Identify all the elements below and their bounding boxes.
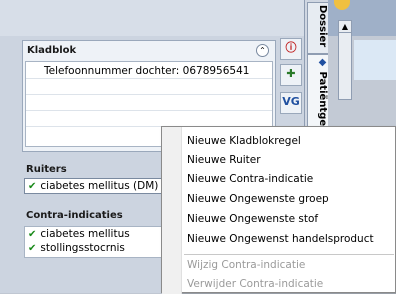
kladblok-title: Kladblok (27, 45, 77, 56)
contra-indicaties-list[interactable]: ✔ ciabetes mellitus ✔ stollingsstocrnis (24, 226, 182, 258)
menu-item-verwijder-contra-indicatie: Verwijder Contra-indicatie (187, 278, 324, 290)
ruiter-label: ciabetes mellitus (DM) (40, 180, 159, 192)
ruiters-list[interactable]: ✔ ciabetes mellitus (DM) (24, 178, 182, 194)
list-item[interactable]: ✔ stollingsstocrnis (28, 242, 125, 254)
top-strip (0, 0, 310, 36)
tab-patient-label: Patiëntge (317, 71, 328, 127)
context-menu: Nieuwe Kladblokregel Nieuwe Ruiter Nieuw… (161, 126, 396, 294)
contra-indicaties-title: Contra-indicaties (26, 210, 123, 221)
check-icon: ✔ (28, 243, 37, 254)
check-icon: ✔ (28, 229, 37, 240)
menu-item-nieuwe-ongewenste-groep[interactable]: Nieuwe Ongewenste groep (187, 193, 329, 205)
ruiters-title: Ruiters (26, 164, 67, 175)
menu-item-nieuwe-contra-indicatie[interactable]: Nieuwe Contra-indicatie (187, 173, 313, 185)
patient-icon: ◆ (317, 57, 328, 68)
menu-item-nieuwe-kladblokregel[interactable]: Nieuwe Kladblokregel (187, 135, 301, 147)
vg-button[interactable]: VG (280, 92, 302, 114)
menu-item-nieuwe-ruiter[interactable]: Nieuwe Ruiter (187, 154, 261, 166)
menu-item-nieuwe-ongewenste-stof[interactable]: Nieuwe Ongewenste stof (187, 213, 318, 225)
menu-item-nieuwe-ongewenst-handelsproduct[interactable]: Nieuwe Ongewenst handelsproduct (187, 233, 374, 245)
info-icon[interactable]: ⓘ (280, 38, 302, 60)
list-item[interactable]: ✔ ciabetes mellitus (28, 228, 130, 240)
chevron-up-icon[interactable]: ⌃ (256, 44, 269, 57)
menu-item-wijzig-contra-indicatie: Wijzig Contra-indicatie (187, 259, 306, 271)
scroll-up-icon[interactable]: ▲ (339, 21, 351, 33)
scrollbar[interactable]: ▲ (338, 20, 352, 100)
list-item[interactable]: ✔ ciabetes mellitus (DM) (28, 180, 158, 192)
menu-gutter (162, 127, 182, 294)
status-icon (334, 0, 350, 10)
kladblok-note-line[interactable]: Telefoonnummer dochter: 0678956541 (44, 65, 249, 77)
content-area (354, 40, 396, 80)
contra-label: stollingsstocrnis (40, 242, 125, 254)
menu-separator (184, 254, 394, 255)
add-note-icon[interactable]: ✚ (280, 64, 302, 86)
check-icon: ✔ (28, 181, 37, 192)
tab-dossier[interactable]: Dossier (307, 2, 329, 54)
contra-label: ciabetes mellitus (40, 228, 130, 240)
